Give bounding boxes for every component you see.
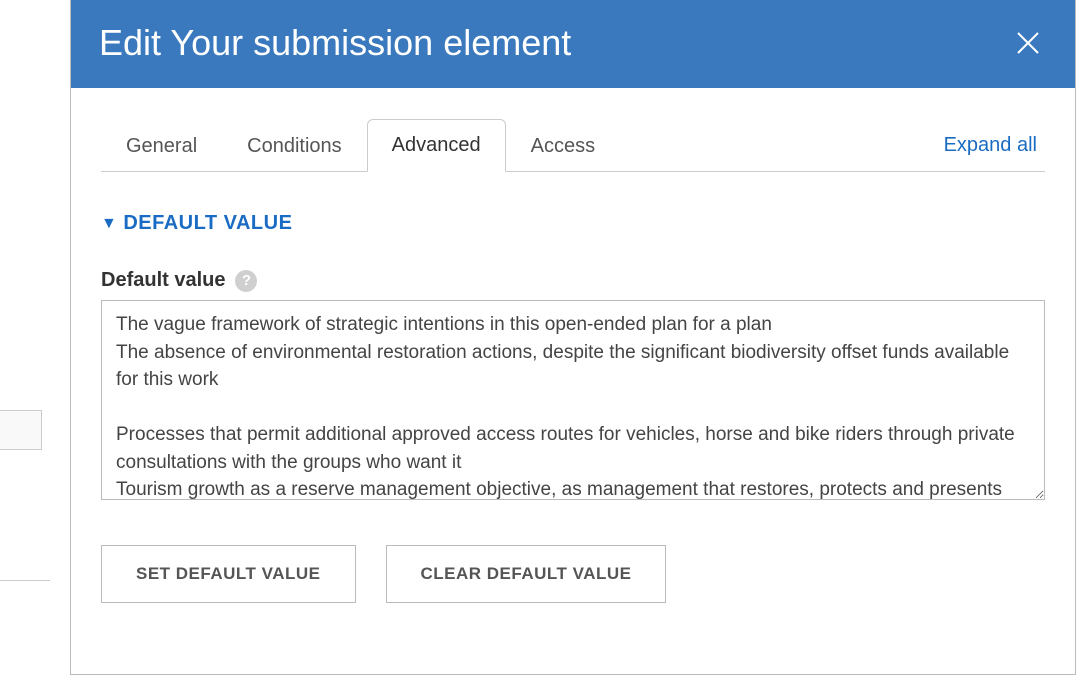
sidebar-fragment-divider — [0, 580, 50, 581]
button-label: CLEAR DEFAULT VALUE — [421, 564, 632, 583]
modal-title: Edit Your submission element — [99, 22, 571, 64]
field-label-row: Default value ? — [101, 269, 1045, 292]
help-icon[interactable]: ? — [235, 270, 257, 292]
tab-advanced[interactable]: Advanced — [367, 119, 506, 172]
edit-element-modal: Edit Your submission element General Con… — [70, 0, 1076, 675]
button-label: SET DEFAULT VALUE — [136, 564, 321, 583]
tab-label: Advanced — [392, 134, 481, 156]
expand-all-label: Expand all — [944, 134, 1037, 156]
tab-label: Access — [531, 135, 595, 157]
sidebar-fragment-box — [0, 410, 42, 450]
expand-all-link[interactable]: Expand all — [936, 120, 1045, 171]
tab-conditions[interactable]: Conditions — [222, 120, 367, 172]
default-value-textarea-wrap — [101, 300, 1045, 505]
default-value-textarea[interactable] — [101, 300, 1045, 500]
tab-row: General Conditions Advanced Access Expan… — [101, 118, 1045, 172]
tab-label: General — [126, 135, 197, 157]
page-root: TS Edit Your submission element General … — [0, 0, 1080, 675]
clear-default-value-button[interactable]: CLEAR DEFAULT VALUE — [386, 545, 667, 603]
default-value-field-label: Default value — [101, 269, 225, 292]
caret-down-icon: ▼ — [101, 215, 117, 233]
section-default-value-heading[interactable]: ▼ DEFAULT VALUE — [101, 212, 1045, 235]
set-default-value-button[interactable]: SET DEFAULT VALUE — [101, 545, 356, 603]
tab-general[interactable]: General — [101, 120, 222, 172]
tab-label: Conditions — [247, 135, 342, 157]
tab-access[interactable]: Access — [506, 120, 620, 172]
close-icon[interactable] — [1011, 26, 1045, 60]
section-heading-label: DEFAULT VALUE — [123, 212, 292, 235]
modal-body: General Conditions Advanced Access Expan… — [71, 88, 1075, 674]
button-row: SET DEFAULT VALUE CLEAR DEFAULT VALUE — [101, 545, 1045, 603]
background-sidebar: TS — [0, 0, 70, 675]
modal-header: Edit Your submission element — [71, 0, 1075, 88]
